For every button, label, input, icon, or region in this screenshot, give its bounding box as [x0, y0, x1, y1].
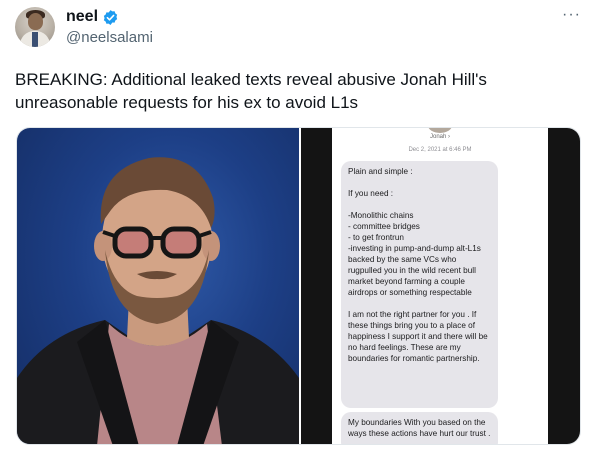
author-handle[interactable]: @neelsalami: [66, 29, 153, 46]
contact-avatar: [428, 128, 452, 133]
avatar-tie: [32, 32, 38, 47]
person-portrait-illustration: [17, 157, 299, 444]
tweet-text: BREAKING: Additional leaked texts reveal…: [15, 70, 487, 112]
author-avatar[interactable]: [15, 7, 55, 47]
message-bubble: Plain and simple : If you need : -Monoli…: [341, 161, 498, 408]
imessage-panel: Jonah › Dec 2, 2021 at 6:46 PM Plain and…: [332, 128, 548, 444]
avatar-face: [28, 13, 43, 30]
message-timestamp: Dec 2, 2021 at 6:46 PM: [408, 147, 472, 153]
contact-name: Jonah ›: [429, 134, 450, 140]
message-bubble: My boundaries With you based on the ways…: [341, 412, 498, 444]
author-name[interactable]: neel: [66, 8, 98, 26]
media-text-screenshot[interactable]: Jonah › Dec 2, 2021 at 6:46 PM Plain and…: [301, 128, 580, 444]
author-name-row: neel: [66, 8, 119, 26]
verified-badge-icon[interactable]: [102, 9, 119, 26]
media-photo-person[interactable]: [17, 128, 299, 444]
tweet-media[interactable]: Jonah › Dec 2, 2021 at 6:46 PM Plain and…: [16, 127, 581, 445]
more-options-icon[interactable]: ···: [562, 6, 581, 24]
